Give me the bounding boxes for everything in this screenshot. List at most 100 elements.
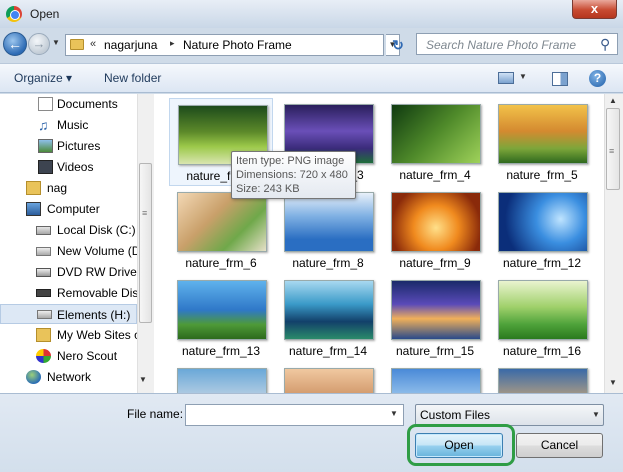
title-bar: Open x	[0, 0, 623, 28]
nav-scrollbar-grip-icon: ≡	[142, 208, 148, 218]
nav-label: New Volume (D	[57, 244, 137, 258]
forward-button[interactable]: →	[28, 33, 50, 55]
nav-item-videos[interactable]: Videos	[0, 157, 137, 177]
nav-scrollbar-thumb[interactable]	[139, 163, 152, 323]
drive-icon	[37, 310, 52, 319]
file-tile[interactable]	[169, 362, 273, 393]
nav-item-my-web-sites[interactable]: My Web Sites o	[0, 325, 137, 345]
new-folder-button[interactable]: New folder	[104, 71, 161, 85]
nav-item-new-volume-d[interactable]: New Volume (D	[0, 241, 137, 261]
scroll-down-icon[interactable]: ▼	[609, 378, 617, 387]
nav-item-nag[interactable]: nag	[0, 178, 137, 198]
file-name: nature_frm_6	[185, 256, 257, 270]
nav-item-music[interactable]: ♫ Music	[0, 115, 137, 135]
change-view-icon[interactable]	[498, 72, 514, 84]
nav-label: Computer	[47, 202, 100, 216]
nav-scroll-down-icon[interactable]: ▼	[139, 375, 147, 384]
file-name: nature_frm_5	[506, 168, 578, 182]
local-disk-icon	[36, 226, 51, 235]
nav-label: nag	[47, 181, 68, 195]
file-tile-nature-frm-8[interactable]: nature_frm_8	[276, 186, 380, 274]
address-bar[interactable]: « nagarjuna ▸ Nature Photo Frame	[65, 34, 384, 56]
removable-disk-icon	[36, 289, 51, 297]
nav-label: Removable Dis	[57, 286, 137, 300]
file-thumbnail	[391, 368, 481, 393]
file-name: nature_frm_16	[502, 344, 582, 358]
file-tile-nature-frm-9[interactable]: nature_frm_9	[383, 186, 487, 274]
tooltip-size: Size: 243 KB	[236, 183, 300, 195]
close-button[interactable]: x	[572, 0, 617, 19]
nav-item-elements-h[interactable]: Elements (H:)	[0, 304, 137, 324]
folder-icon	[70, 39, 84, 50]
nav-item-removable-disk[interactable]: Removable Dis	[0, 283, 137, 303]
view-dropdown-icon[interactable]: ▼	[519, 72, 527, 81]
breadcrumb-separator-icon[interactable]: ▸	[170, 38, 175, 49]
drive-icon	[36, 247, 51, 256]
search-input[interactable]: Search Nature Photo Frame ⚲	[416, 33, 618, 55]
documents-icon	[38, 97, 53, 111]
file-tile-nature-frm-12[interactable]: nature_frm_12	[490, 186, 594, 274]
file-name: nature_frm_12	[502, 256, 582, 270]
file-thumbnail	[284, 280, 374, 340]
history-dropdown-icon[interactable]: ▼	[52, 38, 60, 47]
cancel-button[interactable]: Cancel	[516, 433, 603, 458]
file-tile[interactable]	[276, 362, 380, 393]
file-tile-nature-frm-6[interactable]: nature_frm_6	[169, 186, 273, 274]
scroll-up-icon[interactable]: ▲	[609, 96, 617, 105]
file-thumbnail	[284, 192, 374, 252]
file-tile[interactable]	[490, 362, 594, 393]
nav-item-pictures[interactable]: Pictures	[0, 136, 137, 156]
nav-item-nero-scout[interactable]: Nero Scout	[0, 346, 137, 366]
nav-item-dvd-rw-drive[interactable]: DVD RW Drive (	[0, 262, 137, 282]
organize-button[interactable]: Organize ▾	[14, 71, 72, 85]
computer-icon	[26, 202, 41, 216]
preview-pane-icon[interactable]	[552, 72, 568, 86]
nav-item-local-disk-c[interactable]: Local Disk (C:)	[0, 220, 137, 240]
breadcrumb-nature-photo-frame[interactable]: Nature Photo Frame	[183, 38, 292, 52]
back-button[interactable]: ←	[3, 32, 27, 56]
nav-label: Pictures	[57, 139, 101, 153]
file-thumbnail	[498, 280, 588, 340]
file-type-dropdown-icon: ▼	[592, 410, 600, 419]
nero-scout-icon	[36, 349, 51, 363]
file-type-select[interactable]: Custom Files ▼	[415, 404, 604, 426]
file-tile[interactable]	[383, 362, 487, 393]
file-thumbnail	[391, 104, 481, 164]
nav-item-computer[interactable]: Computer	[0, 199, 137, 219]
file-name: nature_frm_4	[399, 168, 471, 182]
nav-item-documents[interactable]: Documents	[0, 94, 137, 114]
file-name: nature_frm_14	[288, 344, 368, 358]
breadcrumb-overflow[interactable]: «	[90, 38, 96, 50]
file-tile-nature-frm-16[interactable]: nature_frm_16	[490, 274, 594, 362]
tooltip-dimensions: Dimensions: 720 x 480	[236, 169, 348, 181]
file-name: nature_frm_8	[292, 256, 364, 270]
nav-label: Videos	[57, 160, 94, 174]
file-type-value: Custom Files	[420, 408, 491, 422]
file-tile-nature-frm-15[interactable]: nature_frm_15	[383, 274, 487, 362]
help-icon[interactable]: ?	[589, 70, 606, 87]
file-tile-nature-frm-4[interactable]: nature_frm_4	[383, 98, 487, 186]
navigation-pane: Documents ♫ Music Pictures Videos nag Co…	[0, 94, 137, 393]
window-title: Open	[30, 7, 60, 21]
file-name-dropdown-icon[interactable]: ▼	[390, 409, 398, 418]
file-name-input[interactable]	[185, 404, 404, 426]
nav-label: Network	[47, 370, 92, 384]
nav-label: Local Disk (C:)	[57, 223, 136, 237]
chrome-app-icon	[6, 6, 22, 22]
videos-icon	[38, 160, 53, 174]
file-tile-nature-frm-5[interactable]: nature_frm_5	[490, 98, 594, 186]
search-icon[interactable]: ⚲	[600, 36, 610, 53]
file-name: nature_frm_13	[181, 344, 261, 358]
open-button[interactable]: Open	[415, 433, 503, 458]
refresh-icon[interactable]: ↻	[387, 34, 409, 56]
tooltip-type: Item type: PNG image	[236, 155, 345, 167]
file-thumbnail	[284, 368, 374, 393]
file-tile-nature-frm-14[interactable]: nature_frm_14	[276, 274, 380, 362]
file-name: nature_frm_9	[399, 256, 471, 270]
file-thumbnail	[391, 280, 481, 340]
file-tile-nature-frm-13[interactable]: nature_frm_13	[169, 274, 273, 362]
file-thumbnail	[498, 104, 588, 164]
nav-item-network[interactable]: Network	[0, 367, 137, 387]
breadcrumb-nagarjuna[interactable]: nagarjuna	[104, 38, 157, 52]
file-thumbnail	[177, 280, 267, 340]
